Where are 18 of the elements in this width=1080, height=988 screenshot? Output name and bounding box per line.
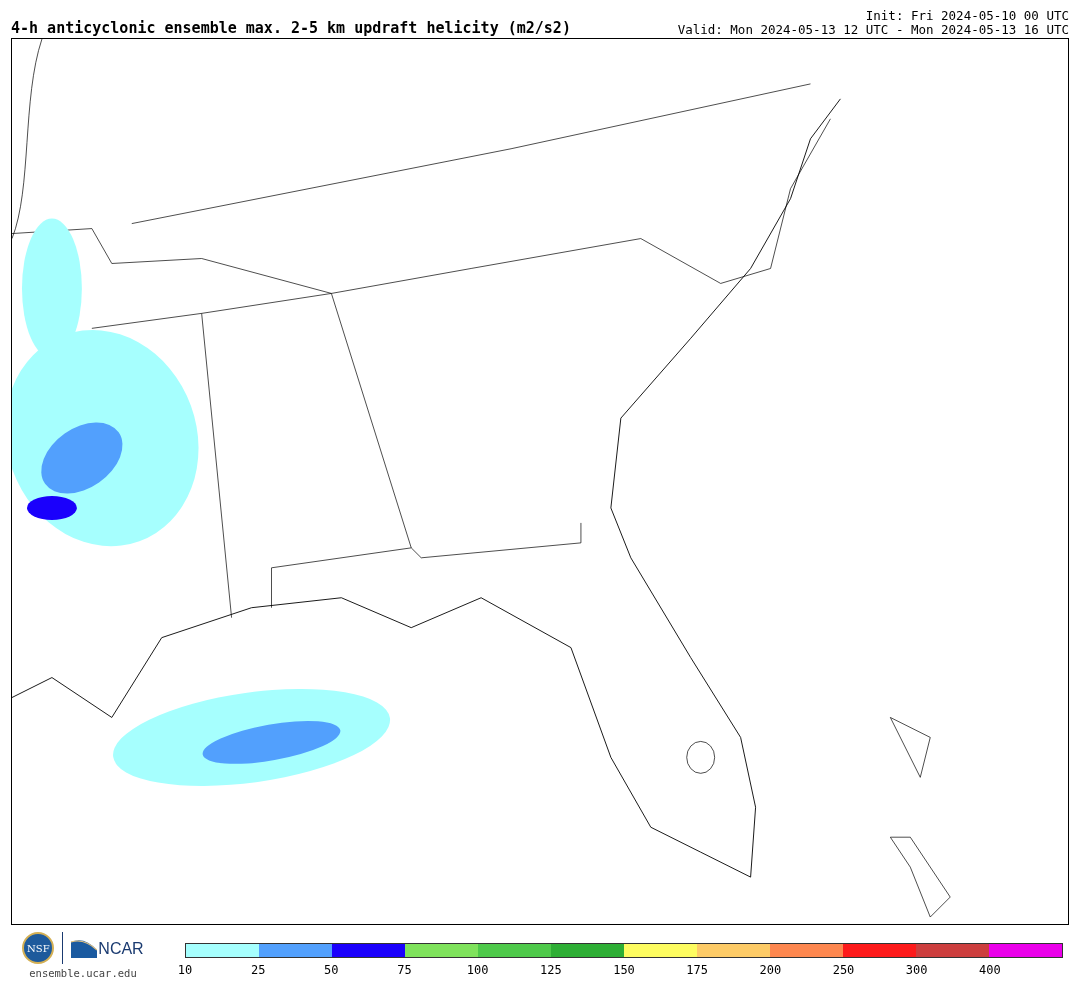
tick-label: 25 <box>250 963 266 977</box>
tick-label: 75 <box>397 963 412 977</box>
tick-label: 400 <box>979 963 1001 977</box>
ncar-logo: NCAR <box>71 938 144 958</box>
valid-time: Valid: Mon 2024-05-13 12 UTC - Mon 2024-05-13 16 UTC <box>677 23 1069 37</box>
tick-label: 50 <box>324 963 339 977</box>
init-time: Init: Fri 2024-05-10 00 UTC <box>864 9 1069 23</box>
tick-label: 125 <box>540 963 562 977</box>
nsf-logo: NSF <box>22 932 55 964</box>
tick-label: 300 <box>905 963 928 977</box>
tick-label: 100 <box>466 963 489 977</box>
tick-label: 175 <box>686 963 708 977</box>
website-url: ensemble.ucar.edu <box>29 967 137 979</box>
tick-label: 250 <box>832 963 855 977</box>
tick-label: 200 <box>759 963 782 977</box>
tick-label: 150 <box>613 963 635 977</box>
map-title: 4-h anticyclonic ensemble max. 2-5 km updraft helicity (m2/s2) <box>11 19 571 37</box>
tick-label: 10 <box>177 963 193 977</box>
